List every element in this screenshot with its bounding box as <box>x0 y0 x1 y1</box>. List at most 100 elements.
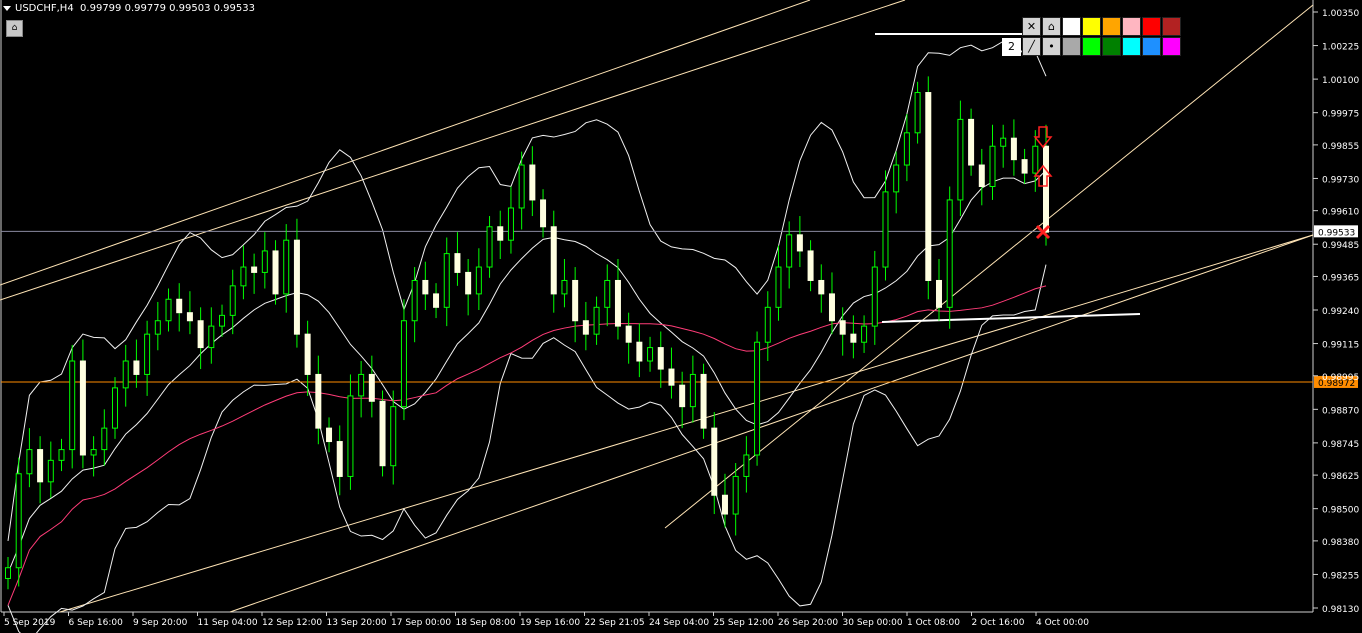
color-swatch[interactable] <box>1122 37 1141 56</box>
candle-body <box>197 320 204 349</box>
x-tick-label: 11 Sep 04:00 <box>198 618 258 628</box>
eraser-icon[interactable]: ⌂ <box>1042 17 1061 36</box>
candle-body <box>507 207 514 241</box>
symbol-label: USDCHF,H4 <box>15 3 74 14</box>
candle-body <box>925 92 932 281</box>
candle-body <box>593 306 600 335</box>
candle-body <box>283 239 290 295</box>
candle-body <box>400 320 407 408</box>
candle-body <box>154 320 161 335</box>
candle-body <box>700 373 707 429</box>
y-tick-label: 0.98500 <box>1322 506 1359 516</box>
candle-body <box>37 449 44 483</box>
candle-body <box>208 325 215 349</box>
dropdown-triangle-icon[interactable] <box>3 5 11 11</box>
candle-body <box>240 266 247 287</box>
y-tick-label: 0.99975 <box>1322 110 1359 120</box>
y-tick-label: 0.98625 <box>1322 472 1359 482</box>
candle-body <box>454 253 461 273</box>
candle-body <box>550 226 557 295</box>
candle-body <box>90 449 97 456</box>
candle-body <box>657 347 664 370</box>
candle-body <box>497 226 504 241</box>
candle-body <box>101 427 108 451</box>
candle-body <box>422 279 429 295</box>
x-tick-label: 26 Sep 20:00 <box>778 618 838 628</box>
candle-body <box>112 387 119 429</box>
y-tick-label: 0.99365 <box>1322 273 1359 283</box>
candle-body <box>229 285 236 316</box>
candle-body <box>315 373 322 429</box>
candle-body <box>582 320 589 335</box>
x-tick-label: 2 Oct 16:00 <box>972 618 1025 628</box>
y-tick-label: 0.99610 <box>1322 208 1359 218</box>
close-icon[interactable]: ✕ <box>1022 17 1041 36</box>
candle-body <box>636 341 643 362</box>
candle <box>925 76 932 300</box>
candle <box>946 186 953 329</box>
candle-body <box>1043 145 1049 233</box>
color-swatch[interactable] <box>1122 17 1141 36</box>
candle-body <box>358 373 365 397</box>
ohlc-values: 0.99799 0.99779 0.99503 0.99533 <box>80 3 255 14</box>
x-tick-label: 18 Sep 08:00 <box>456 618 516 628</box>
candle-body <box>946 199 953 308</box>
x-tick-label: 9 Sep 20:00 <box>133 618 188 628</box>
y-tick-label: 0.98130 <box>1322 605 1359 615</box>
candle-body <box>935 279 942 308</box>
color-swatch[interactable] <box>1102 37 1121 56</box>
candle-body <box>818 279 825 295</box>
candle-body <box>433 293 440 308</box>
y-tick-label: 1.00225 <box>1322 43 1359 53</box>
candle-body <box>261 250 268 273</box>
candle-body <box>26 449 33 475</box>
candle-body <box>861 325 868 343</box>
candle <box>379 390 386 477</box>
price-chart[interactable]: 0.995330.98972 1.003501.002251.001000.99… <box>0 0 1362 633</box>
y-tick-label: 0.98255 <box>1322 571 1359 581</box>
candle <box>69 344 76 469</box>
color-swatch[interactable] <box>1162 37 1181 56</box>
candle-body <box>604 279 611 308</box>
color-swatch[interactable] <box>1082 37 1101 56</box>
chart-tool-icon[interactable]: ⌂ <box>6 20 23 37</box>
y-tick-label: 0.98870 <box>1322 406 1359 416</box>
candle-body <box>1000 137 1007 147</box>
candle-body <box>379 400 386 467</box>
candle-body <box>764 306 771 343</box>
candle-body <box>293 239 300 335</box>
candle-body <box>219 314 226 327</box>
candle-body <box>711 427 718 496</box>
candle-body <box>572 279 579 322</box>
color-swatch[interactable] <box>1062 37 1081 56</box>
candle-body <box>186 312 193 322</box>
candle-body <box>1010 137 1017 161</box>
color-swatch[interactable] <box>1062 17 1081 36</box>
x-tick-label: 25 Sep 12:00 <box>714 618 774 628</box>
candle-body <box>721 494 728 515</box>
candle-body <box>144 333 151 375</box>
candle-body <box>689 373 696 408</box>
color-swatch[interactable] <box>1102 17 1121 36</box>
y-tick-label: 0.99115 <box>1322 341 1359 351</box>
candle-body <box>647 347 654 362</box>
color-swatch[interactable] <box>1142 37 1161 56</box>
color-swatch[interactable] <box>1162 17 1181 36</box>
color-swatch[interactable] <box>1082 17 1101 36</box>
x-tick-label: 4 Oct 00:00 <box>1036 618 1089 628</box>
y-tick-label: 0.98995 <box>1322 373 1359 383</box>
candle-body <box>58 449 65 461</box>
y-tick-label: 0.99240 <box>1322 307 1359 317</box>
candle-body <box>625 325 632 343</box>
candle <box>15 457 22 587</box>
candle-body <box>69 360 76 451</box>
dot-icon[interactable]: • <box>1042 37 1061 56</box>
color-swatch[interactable] <box>1142 17 1161 36</box>
price-label: 0.99533 <box>1318 228 1355 238</box>
candle-body <box>486 226 493 268</box>
candle-body <box>668 368 675 386</box>
y-tick-label: 0.99485 <box>1322 241 1359 251</box>
candle-body <box>968 118 975 166</box>
y-tick-label: 0.99855 <box>1322 142 1359 152</box>
trendline-icon[interactable]: ╱ <box>1022 37 1041 56</box>
